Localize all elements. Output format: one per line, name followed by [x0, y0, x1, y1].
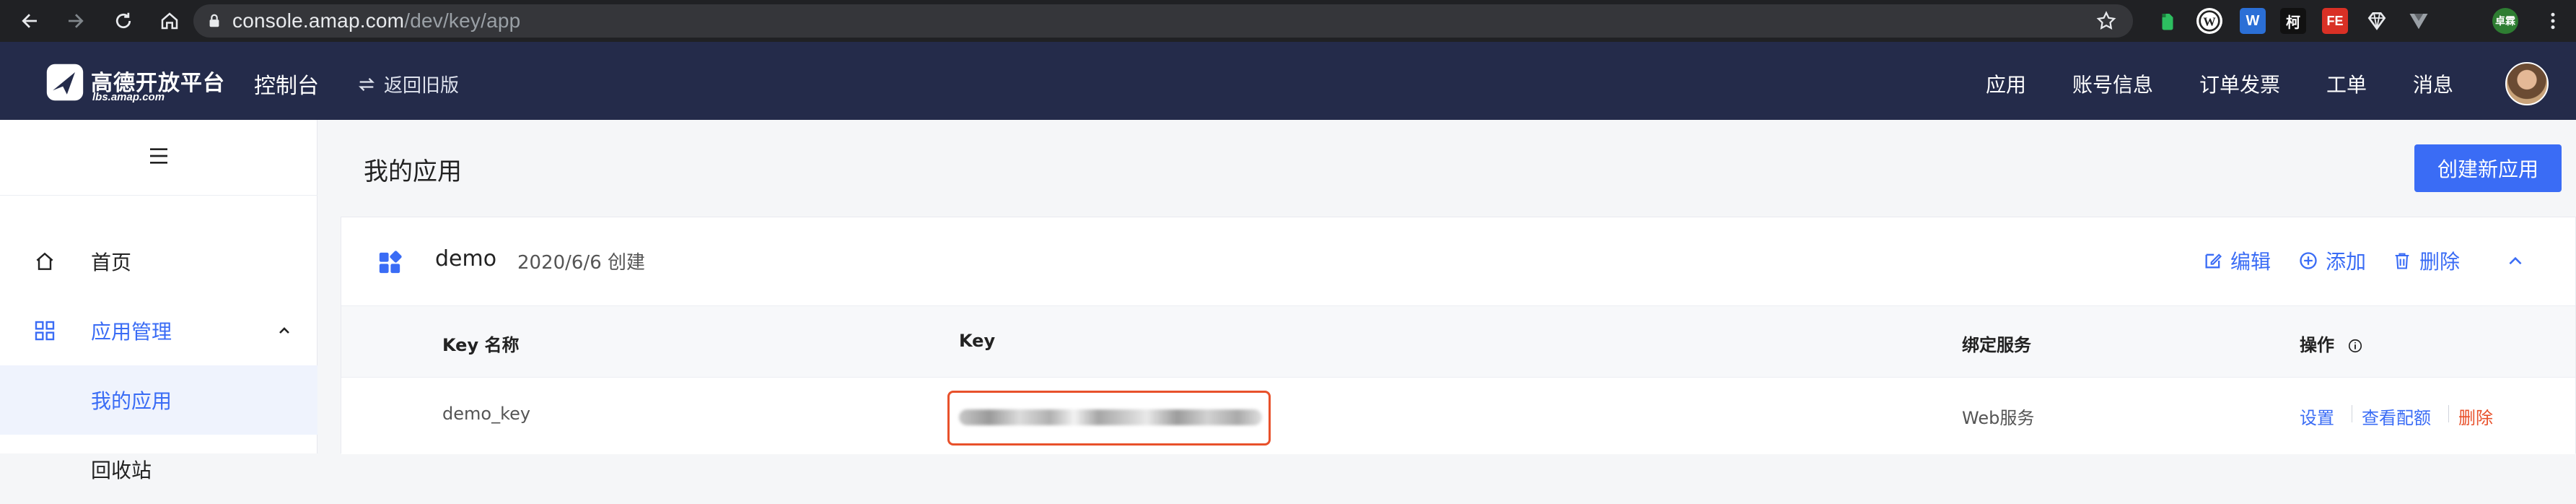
wordpress-icon[interactable]: W	[2196, 8, 2222, 34]
grid-icon	[35, 321, 55, 341]
avatar[interactable]	[2505, 62, 2549, 105]
vue-devtools-icon[interactable]	[2406, 8, 2432, 34]
amap-logo-icon[interactable]	[45, 62, 85, 103]
column-header-key: Key	[959, 331, 996, 351]
home-icon[interactable]	[153, 4, 186, 38]
sidebar-item-label: 应用管理	[91, 320, 172, 344]
fe-extension-icon[interactable]: FE	[2322, 8, 2348, 34]
reload-icon[interactable]	[107, 4, 140, 38]
chevron-up-icon	[279, 327, 289, 334]
highlight-box	[947, 391, 1271, 446]
column-header-ops-label: 操作	[2300, 335, 2334, 355]
column-header-ops: 操作	[2300, 331, 2363, 356]
edit-app-button[interactable]: 编辑	[2203, 246, 2271, 275]
key-name-cell: demo_key	[442, 404, 531, 424]
back-to-old-version-link[interactable]: 返回旧版	[356, 71, 459, 97]
info-icon[interactable]	[2347, 338, 2363, 354]
back-to-old-version-label: 返回旧版	[384, 75, 460, 97]
svg-text:W: W	[2203, 15, 2216, 29]
topnav-account[interactable]: 账号信息	[2072, 69, 2153, 98]
edit-icon	[2205, 253, 2222, 269]
app-name: demo	[435, 246, 497, 271]
app-header: 高德开放平台 lbs.amap.com 控制台 返回旧版 应用 账号信息 订单发…	[0, 42, 2576, 120]
topnav-apps[interactable]: 应用	[1986, 69, 2026, 98]
column-header-service: 绑定服务	[1962, 335, 2031, 355]
more-menu-icon[interactable]	[2540, 8, 2566, 34]
ke-extension-icon[interactable]: 柯	[2280, 8, 2306, 34]
edit-label: 编辑	[2230, 250, 2271, 274]
sidebar-item-app-management[interactable]: 应用管理	[0, 296, 317, 365]
plus-circle-icon	[2300, 252, 2317, 269]
delete-app-button[interactable]: 删除	[2392, 246, 2460, 275]
sidebar: 首页 应用管理 我的应用 回收站	[0, 120, 317, 482]
diamond-extension-icon[interactable]	[2364, 8, 2390, 34]
home-icon	[36, 252, 53, 270]
sidebar-divider	[0, 195, 317, 196]
console-link[interactable]: 控制台	[254, 68, 319, 100]
topnav-messages[interactable]: 消息	[2413, 69, 2453, 98]
app-grid-icon	[379, 251, 402, 274]
table-row: demo_key Web服务 设置 查看配额 删除	[341, 378, 2575, 454]
word-extension-icon[interactable]: W	[2240, 8, 2266, 34]
topnav-invoices[interactable]: 订单发票	[2199, 69, 2280, 98]
sidebar-item-label: 回收站	[91, 459, 152, 482]
forward-arrow-icon[interactable]	[59, 4, 92, 38]
sidebar-item-home[interactable]: 首页	[0, 227, 317, 296]
menu-toggle-icon[interactable]	[147, 146, 170, 166]
column-header-key-name: Key 名称	[442, 335, 520, 355]
key-settings-link[interactable]: 设置	[2300, 404, 2334, 429]
topnav-tickets[interactable]: 工单	[2326, 69, 2367, 98]
add-label: 添加	[2326, 250, 2367, 274]
app-card-header: demo 2020/6/6 创建 编辑 添加 删除	[341, 217, 2575, 305]
sidebar-item-my-apps[interactable]: 我的应用	[0, 365, 317, 435]
lock-icon	[209, 14, 219, 27]
evernote-icon[interactable]	[2155, 8, 2181, 34]
service-cell: Web服务	[1962, 408, 2035, 428]
url-text: console.amap.com/dev/key/app	[232, 9, 521, 32]
page-title: 我的应用	[364, 157, 462, 186]
create-app-button[interactable]: 创建新应用	[2414, 144, 2562, 192]
swap-arrows-icon	[359, 77, 374, 91]
add-key-button[interactable]: 添加	[2298, 246, 2366, 275]
app-created-date: 2020/6/6 创建	[517, 252, 646, 274]
sidebar-item-label: 我的应用	[91, 389, 172, 413]
view-quota-link[interactable]: 查看配额	[2362, 404, 2431, 429]
profile-extension-icon[interactable]: 卓霖	[2492, 8, 2518, 34]
browser-toolbar: console.amap.com/dev/key/app W W 柯 FE 卓霖	[0, 0, 2576, 42]
key-table-header: Key 名称 Key 绑定服务 操作	[341, 305, 2575, 378]
sidebar-item-recycle-bin[interactable]: 回收站	[0, 435, 317, 504]
chevron-up-icon[interactable]	[2506, 252, 2525, 271]
brand-subtitle: lbs.amap.com	[92, 91, 165, 103]
trash-icon	[2395, 253, 2409, 269]
divider	[2448, 405, 2449, 422]
back-arrow-icon[interactable]	[13, 4, 46, 38]
sidebar-item-label: 首页	[91, 251, 132, 274]
delete-key-link[interactable]: 删除	[2458, 404, 2493, 429]
bookmark-star-icon[interactable]	[2095, 10, 2117, 32]
app-card: demo 2020/6/6 创建 编辑 添加 删除 Key 名称 Key 绑定服…	[341, 217, 2576, 454]
delete-label: 删除	[2419, 250, 2461, 274]
address-bar[interactable]: console.amap.com/dev/key/app	[193, 4, 2133, 38]
